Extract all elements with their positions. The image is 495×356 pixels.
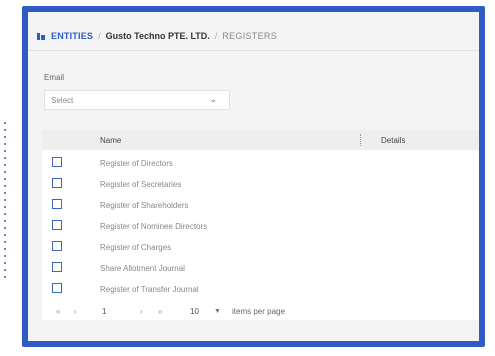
email-filter-label: Email <box>44 73 65 82</box>
chevron-down-icon[interactable]: ▼ <box>214 308 221 315</box>
register-name: Register of Transfer Journal <box>100 285 199 294</box>
next-page-button[interactable]: › <box>140 307 143 316</box>
breadcrumb-company[interactable]: Gusto Techno PTE. LTD. <box>106 31 210 41</box>
column-header-details[interactable]: Details <box>381 136 405 145</box>
breadcrumb-current: REGISTERS <box>222 31 278 41</box>
last-page-button[interactable]: » <box>158 307 162 316</box>
column-resize-handle[interactable] <box>360 134 362 146</box>
table-header: Name Details <box>42 130 479 150</box>
row-checkbox[interactable] <box>52 241 62 251</box>
register-name: Register of Secretaries <box>100 180 182 189</box>
row-checkbox[interactable] <box>52 199 62 209</box>
page-size-select[interactable]: 10 <box>190 307 199 316</box>
first-page-button[interactable]: « <box>56 307 60 316</box>
row-checkbox[interactable] <box>52 283 62 293</box>
dotted-margin-marker <box>4 122 7 283</box>
row-checkbox[interactable] <box>52 157 62 167</box>
chevron-down-icon: ⌄ <box>209 94 217 104</box>
pagination: « ‹ 1 › » 10 ▼ items per page <box>42 302 479 322</box>
register-name: Register of Shareholders <box>100 201 189 210</box>
current-page[interactable]: 1 <box>102 307 106 316</box>
table-row[interactable]: Register of Secretaries <box>42 175 479 196</box>
register-name: Register of Nominee Directors <box>100 222 208 231</box>
table-row[interactable]: Register of Charges <box>42 238 479 259</box>
registers-panel: ENTITIES / Gusto Techno PTE. LTD. / REGI… <box>28 12 479 341</box>
breadcrumb-separator: / <box>214 31 218 41</box>
register-name: Register of Directors <box>100 159 173 168</box>
highlight-frame: ENTITIES / Gusto Techno PTE. LTD. / REGI… <box>22 6 485 347</box>
prev-page-button[interactable]: ‹ <box>74 307 77 316</box>
table-row[interactable]: Register of Nominee Directors <box>42 217 479 238</box>
breadcrumb-entities[interactable]: ENTITIES <box>51 31 93 41</box>
register-name: Share Allotment Journal <box>100 264 185 273</box>
table-row[interactable]: Register of Transfer Journal <box>42 280 479 301</box>
row-checkbox[interactable] <box>52 178 62 188</box>
entities-icon <box>37 32 45 40</box>
email-select[interactable]: Select ⌄ <box>44 90 230 110</box>
column-header-name[interactable]: Name <box>100 136 121 145</box>
table-row[interactable]: Register of Shareholders <box>42 196 479 217</box>
table-row[interactable]: Share Allotment Journal <box>42 259 479 280</box>
breadcrumb-separator: / <box>98 31 101 41</box>
breadcrumb: ENTITIES / Gusto Techno PTE. LTD. / REGI… <box>36 25 479 47</box>
table-row[interactable]: Register of Directors <box>42 154 479 175</box>
register-name: Register of Charges <box>100 243 172 252</box>
items-per-page-label: items per page <box>232 307 285 316</box>
row-checkbox[interactable] <box>52 262 62 272</box>
row-checkbox[interactable] <box>52 220 62 230</box>
email-select-value: Select <box>51 96 74 105</box>
registers-table: Name Details Register of Directors Regis… <box>42 130 479 320</box>
divider <box>28 50 479 51</box>
